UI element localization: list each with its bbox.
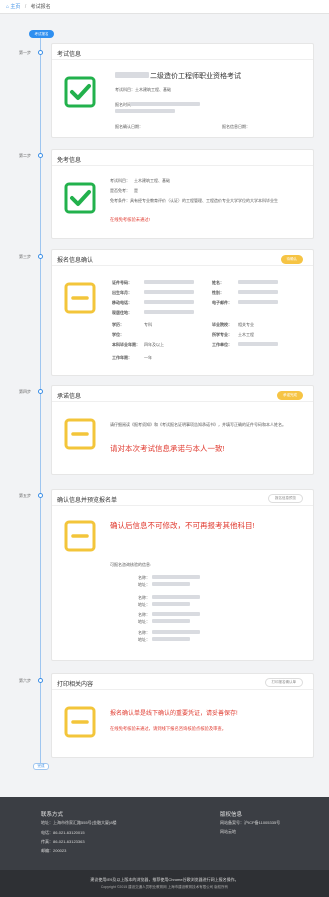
is-exempt-value: 是 — [134, 188, 138, 193]
timeline-end: 完成 — [33, 763, 49, 770]
card-title: 考试信息 — [57, 52, 82, 58]
site-address-label: 地址： — [138, 637, 150, 642]
reg-field-label: 工作单位： — [212, 342, 232, 347]
print-card: 打印相关内容 打印报名确认单 报名确认单是线下确认的重要凭证，请妥善保存! 在线… — [51, 673, 314, 758]
pending-icon — [64, 282, 96, 314]
reg-field-label: 本科毕业年限： — [112, 342, 140, 347]
exempt-condition: 免考条件：具有经专业教育评价（认证）的工程管理、工程造价专业大学学位的大学本科毕… — [110, 198, 278, 203]
reg-field-label: 所学专业： — [212, 332, 232, 337]
icp-number[interactable]: 网站备案号：沪ICP备11005335号 — [220, 820, 280, 826]
timeline-line — [40, 38, 41, 763]
exam-name: 二级造价工程师职业资格考试 — [150, 73, 241, 80]
timeline-dot — [38, 153, 43, 158]
promise-card: 承诺信息 承诺完成 请仔细阅读《报考须知》和《考试报名证明事项告知承诺书》，并填… — [51, 385, 314, 475]
site-name-label: 名称： — [138, 595, 150, 600]
exempt-info-card: 免考信息 考试科目： 土木建筑工程、基础 是否免考： 是 免考条件：具有经专业教育评… — [51, 149, 314, 239]
print-notice: 在线免考核验未通过，请到线下报名咨询核验点核验及审查。 — [110, 726, 227, 731]
contact-fax: 传真：86-021-63123363 — [41, 839, 85, 844]
timeline-dot — [38, 678, 43, 683]
reg-field-label: 性别： — [212, 290, 224, 295]
check-icon — [64, 76, 96, 108]
step-label: 第六步 — [19, 678, 31, 683]
reg-field-label: 证件号码： — [112, 280, 132, 285]
pending-icon — [64, 418, 96, 450]
preview-button[interactable]: 报名信息预览 — [268, 494, 303, 503]
browser-tip: 建议使用IE9及以上版本的浏览器，推荐使用Chrome谷歌浏览器进行网上报名操作… — [90, 877, 239, 882]
copyright-title: 版权信息 — [220, 812, 243, 818]
reg-field-label: 姓名： — [212, 280, 224, 285]
card-title: 报名信息确认 — [57, 258, 94, 264]
timeline-dot — [38, 493, 43, 498]
exam-info-card: 考试信息 二级造价工程师职业资格考试 考试科目：土木建筑工程、基础 报名时间： … — [51, 43, 314, 138]
promise-badge[interactable]: 承诺完成 — [277, 391, 303, 400]
breadcrumb-current: 考试报名 — [30, 4, 51, 10]
breadcrumb: ⌂ 主页 / 考试报名 — [0, 0, 329, 14]
reg-field-label: 现居住地： — [112, 310, 132, 315]
reg-field-label: 电子邮件： — [212, 300, 232, 305]
pending-icon — [64, 706, 96, 738]
reg-field-value: 相关专业 — [238, 322, 254, 327]
print-date-label: 报名信息日期： — [222, 124, 250, 129]
preview-warning: 确认后信息不可修改，不可再报考其他科目! — [110, 521, 255, 530]
reg-field-value: 专科 — [144, 322, 152, 327]
check-icon — [64, 182, 96, 214]
print-button[interactable]: 打印报名确认单 — [264, 678, 303, 687]
exam-subject: 考试科目：土木建筑工程、基础 — [115, 87, 171, 92]
contact-zip: 邮编：200023 — [41, 848, 67, 853]
timeline-dot — [38, 50, 43, 55]
site-map-link[interactable]: 网站云地 — [220, 829, 236, 835]
site-address-label: 地址： — [138, 582, 150, 587]
reg-field-label: 移动电话： — [112, 300, 132, 305]
reg-field-label: 毕业院校： — [212, 322, 232, 327]
site-address-label: 地址： — [138, 602, 150, 607]
contact-title: 联系方式 — [41, 812, 64, 818]
card-title: 打印相关内容 — [57, 682, 94, 688]
card-title: 免考信息 — [57, 158, 82, 164]
site-name-label: 名称： — [138, 612, 150, 617]
exempt-notice: 在线免考核验未通过! — [110, 217, 150, 222]
reg-field-value: 四年及以上 — [144, 342, 164, 347]
promise-warning: 请对本次考试信息承诺与本人一致! — [110, 444, 225, 453]
pending-icon — [64, 520, 96, 552]
breadcrumb-home[interactable]: 主页 — [10, 4, 20, 10]
card-title: 确认信息并预览报名单 — [57, 498, 118, 504]
is-exempt-label: 是否免考： — [110, 188, 130, 193]
footer-bottom-bar: 建议使用IE9及以上版本的浏览器，推荐使用Chrome谷歌浏览器进行网上报名操作… — [0, 870, 329, 897]
preview-card: 确认信息并预览报名单 报名信息预览 确认后信息不可修改，不可再报考其他科目! 可… — [51, 489, 314, 661]
reg-field-label: 学历： — [112, 322, 124, 327]
reg-field-label: 学位： — [112, 332, 124, 337]
print-warning: 报名确认单是线下确认的重要凭证，请妥善保存! — [110, 711, 238, 717]
step-label: 第五步 — [19, 493, 31, 498]
exempt-subject-label: 考试科目： — [110, 178, 130, 183]
contact-address: 地址：上海市徐家汇路555号(金融大厦)8楼 — [41, 820, 117, 825]
timeline-dot — [38, 389, 43, 394]
timeline-start: 考试报名 — [29, 30, 54, 38]
reg-field-label: 出生年月： — [112, 290, 132, 295]
site-address-label: 地址： — [138, 619, 150, 624]
reg-confirm-card: 报名信息确认 待确认 证件号码： 姓名： 出生年月： 性别： 移动电话： 电子邮件： 现居住… — [51, 249, 314, 376]
step-label: 第一步 — [19, 50, 31, 55]
contact-phone: 电话：86-021-63120015 — [41, 830, 85, 835]
preview-sub: 可报名咨询核验的信息: — [110, 562, 152, 567]
promise-text: 请仔细阅读《报考须知》和《考试报名证明事项告知承诺书》，并填写正确的证件号码和本… — [110, 422, 286, 427]
copyright-text: Copyright ©2015 建设交通人员职业教育网 上海市建设教育技术有限公… — [100, 885, 229, 889]
card-title: 承诺信息 — [57, 394, 82, 400]
step-label: 第二步 — [19, 153, 31, 158]
home-icon[interactable]: ⌂ — [6, 4, 9, 10]
reg-field-value: 一年 — [144, 355, 152, 360]
timeline-dot — [38, 254, 43, 259]
site-name-label: 名称： — [138, 575, 150, 580]
step-label: 第四步 — [19, 389, 31, 394]
exempt-subject-value: 土木建筑工程、基础 — [134, 178, 170, 183]
site-name-label: 名称： — [138, 630, 150, 635]
reg-field-value: 土木工程 — [238, 332, 254, 337]
confirm-badge[interactable]: 待确认 — [280, 255, 303, 264]
breadcrumb-sep: / — [24, 4, 27, 10]
step-label: 第三步 — [19, 254, 31, 259]
reg-field-label: 工作年限： — [112, 355, 132, 360]
confirm-date-label: 报名确认日期： — [115, 124, 143, 129]
